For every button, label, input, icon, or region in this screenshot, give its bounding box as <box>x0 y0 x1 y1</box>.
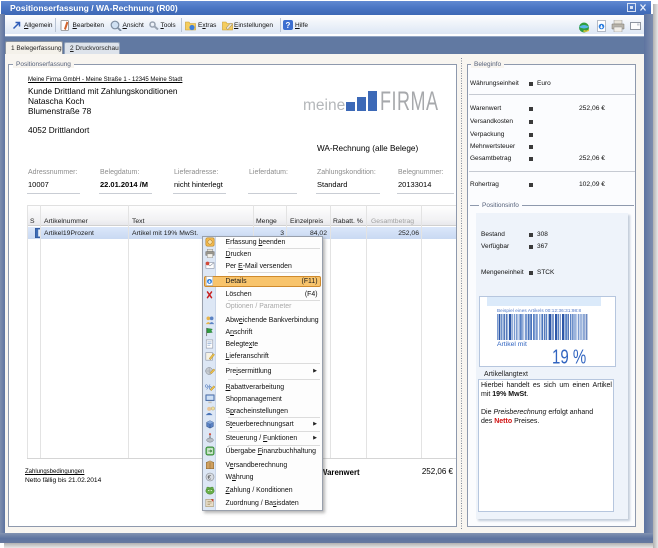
svg-text:€: € <box>207 475 211 482</box>
svg-text:?: ? <box>286 21 291 30</box>
